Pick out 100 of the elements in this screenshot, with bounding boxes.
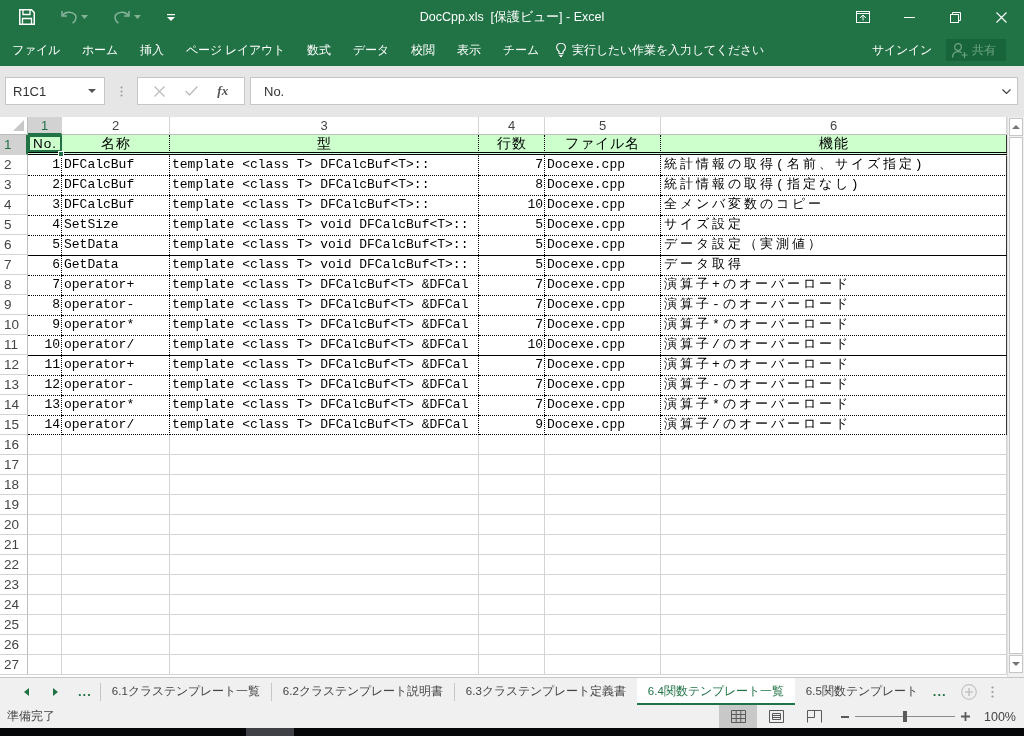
- scroll-down-icon[interactable]: [1012, 662, 1020, 666]
- row-header[interactable]: 9: [0, 295, 28, 315]
- ribbon-tab[interactable]: ページ レイアウト: [175, 34, 297, 66]
- column-header[interactable]: 1: [28, 117, 62, 135]
- row-header[interactable]: 14: [0, 395, 28, 415]
- caret-icon[interactable]: [88, 89, 96, 93]
- tell-me-field[interactable]: 実行したい作業を入力してください: [572, 43, 773, 57]
- vertical-dots-icon[interactable]: [990, 685, 994, 698]
- row-header[interactable]: 5: [0, 215, 28, 235]
- table-cell: 7: [28, 275, 62, 295]
- row-header[interactable]: 26: [0, 635, 28, 655]
- zoom-slider-thumb[interactable]: [903, 711, 907, 722]
- zoom-in-icon[interactable]: [961, 712, 970, 721]
- ribbon-tab[interactable]: 挿入: [129, 34, 175, 66]
- close-icon[interactable]: [995, 11, 1007, 23]
- sheet-tab[interactable]: 6.5関数テンプレート: [794, 678, 929, 705]
- table-header-cell: 機能: [661, 135, 1007, 155]
- table-cell: Docexe.cpp: [545, 275, 661, 295]
- table-cell: 5: [479, 255, 545, 275]
- row-header[interactable]: 1: [0, 135, 28, 155]
- row-header[interactable]: 22: [0, 555, 28, 575]
- row-header[interactable]: 11: [0, 335, 28, 355]
- sign-in-link[interactable]: サインイン: [872, 41, 932, 59]
- row-header[interactable]: 20: [0, 515, 28, 535]
- table-cell: 7: [479, 275, 545, 295]
- table-header-cell: ファイル名: [545, 135, 661, 155]
- scroll-up-icon[interactable]: [1012, 125, 1020, 129]
- empty-cell: [28, 435, 62, 455]
- ribbon-tab[interactable]: データ: [342, 34, 401, 66]
- ribbon-tab[interactable]: 表示: [446, 34, 493, 66]
- row-header[interactable]: 13: [0, 375, 28, 395]
- scrollbar-thumb[interactable]: [1009, 137, 1023, 654]
- row-header[interactable]: 23: [0, 575, 28, 595]
- row-header[interactable]: 27: [0, 655, 28, 675]
- row-header[interactable]: 8: [0, 275, 28, 295]
- row-header[interactable]: 2: [0, 155, 28, 175]
- sheet-tab[interactable]: 6.4関数テンプレート一覧: [636, 678, 795, 705]
- ribbon-tab[interactable]: 校閲: [400, 34, 447, 66]
- table-cell: SetData: [62, 235, 170, 255]
- table-cell: template <class T> DFCalcBuf<T> &DFCal: [170, 275, 479, 295]
- more-sheets-button[interactable]: ...: [932, 684, 947, 699]
- table-cell: operator-: [62, 375, 170, 395]
- table-cell: template <class T> DFCalcBuf<T>::: [170, 175, 479, 195]
- row-header[interactable]: 7: [0, 255, 28, 275]
- grip-dots-icon[interactable]: [120, 86, 123, 97]
- table-cell: 5: [479, 215, 545, 235]
- table-cell: operator/: [62, 415, 170, 435]
- normal-view-button[interactable]: [719, 705, 757, 728]
- table-cell: 7: [479, 375, 545, 395]
- row-header[interactable]: 16: [0, 435, 28, 455]
- vertical-scrollbar[interactable]: [1007, 117, 1024, 677]
- row-header[interactable]: 6: [0, 235, 28, 255]
- empty-cell: [479, 535, 545, 555]
- insert-function-button[interactable]: fx: [217, 83, 229, 99]
- table-cell: template <class T> DFCalcBuf<T> &DFCal: [170, 335, 479, 355]
- customize-toolbar-icon[interactable]: [167, 13, 175, 21]
- row-header[interactable]: 19: [0, 495, 28, 515]
- zoom-level-text[interactable]: 100%: [984, 709, 1016, 724]
- sheet-tab[interactable]: 6.2クラステンプレート説明書: [271, 678, 454, 705]
- table-cell: DFCalcBuf: [62, 175, 170, 195]
- row-header[interactable]: 25: [0, 615, 28, 635]
- more-sheets-button[interactable]: ...: [78, 684, 92, 699]
- row-header[interactable]: 21: [0, 535, 28, 555]
- empty-cell: [28, 575, 62, 595]
- sheet-tab[interactable]: 6.3クラステンプレート定義書: [454, 678, 637, 705]
- minimize-icon[interactable]: [903, 16, 915, 18]
- row-header[interactable]: 17: [0, 455, 28, 475]
- fill-handle[interactable]: [58, 151, 64, 157]
- ribbon-tab[interactable]: ホーム: [71, 34, 129, 66]
- table-cell: 演算子*のオーバーロード: [661, 395, 1007, 415]
- ribbon-tab[interactable]: ファイル: [0, 34, 71, 66]
- row-header[interactable]: 3: [0, 175, 28, 195]
- row-header[interactable]: 4: [0, 195, 28, 215]
- restore-icon[interactable]: [949, 11, 961, 23]
- empty-cell: [479, 475, 545, 495]
- empty-cell: [28, 535, 62, 555]
- zoom-out-icon[interactable]: [841, 715, 849, 718]
- lightbulb-icon[interactable]: [556, 43, 567, 57]
- row-header[interactable]: 24: [0, 595, 28, 615]
- table-cell: 6: [28, 255, 62, 275]
- row-header[interactable]: 10: [0, 315, 28, 335]
- scroll-right-icon[interactable]: [53, 687, 58, 696]
- ribbon-tab[interactable]: 数式: [296, 34, 343, 66]
- table-cell: 4: [28, 215, 62, 235]
- sheet-tab[interactable]: 6.1クラステンプレート一覧: [100, 678, 271, 705]
- ribbon-display-icon[interactable]: [856, 11, 870, 23]
- table-cell: 3: [28, 195, 62, 215]
- name-box[interactable]: R1C1: [5, 77, 105, 105]
- table-header-cell: No.: [28, 135, 62, 155]
- table-cell: Docexe.cpp: [545, 415, 661, 435]
- row-header[interactable]: 15: [0, 415, 28, 435]
- table-cell: operator/: [62, 335, 170, 355]
- table-header-cell: 型: [170, 135, 479, 155]
- row-header[interactable]: 12: [0, 355, 28, 375]
- formula-input[interactable]: No.: [250, 77, 1018, 105]
- row-header[interactable]: 18: [0, 475, 28, 495]
- ribbon-tab[interactable]: チーム: [492, 34, 551, 66]
- save-icon[interactable]: [19, 9, 35, 25]
- chevron-down-icon[interactable]: [1002, 88, 1011, 94]
- scroll-left-icon[interactable]: [24, 687, 29, 696]
